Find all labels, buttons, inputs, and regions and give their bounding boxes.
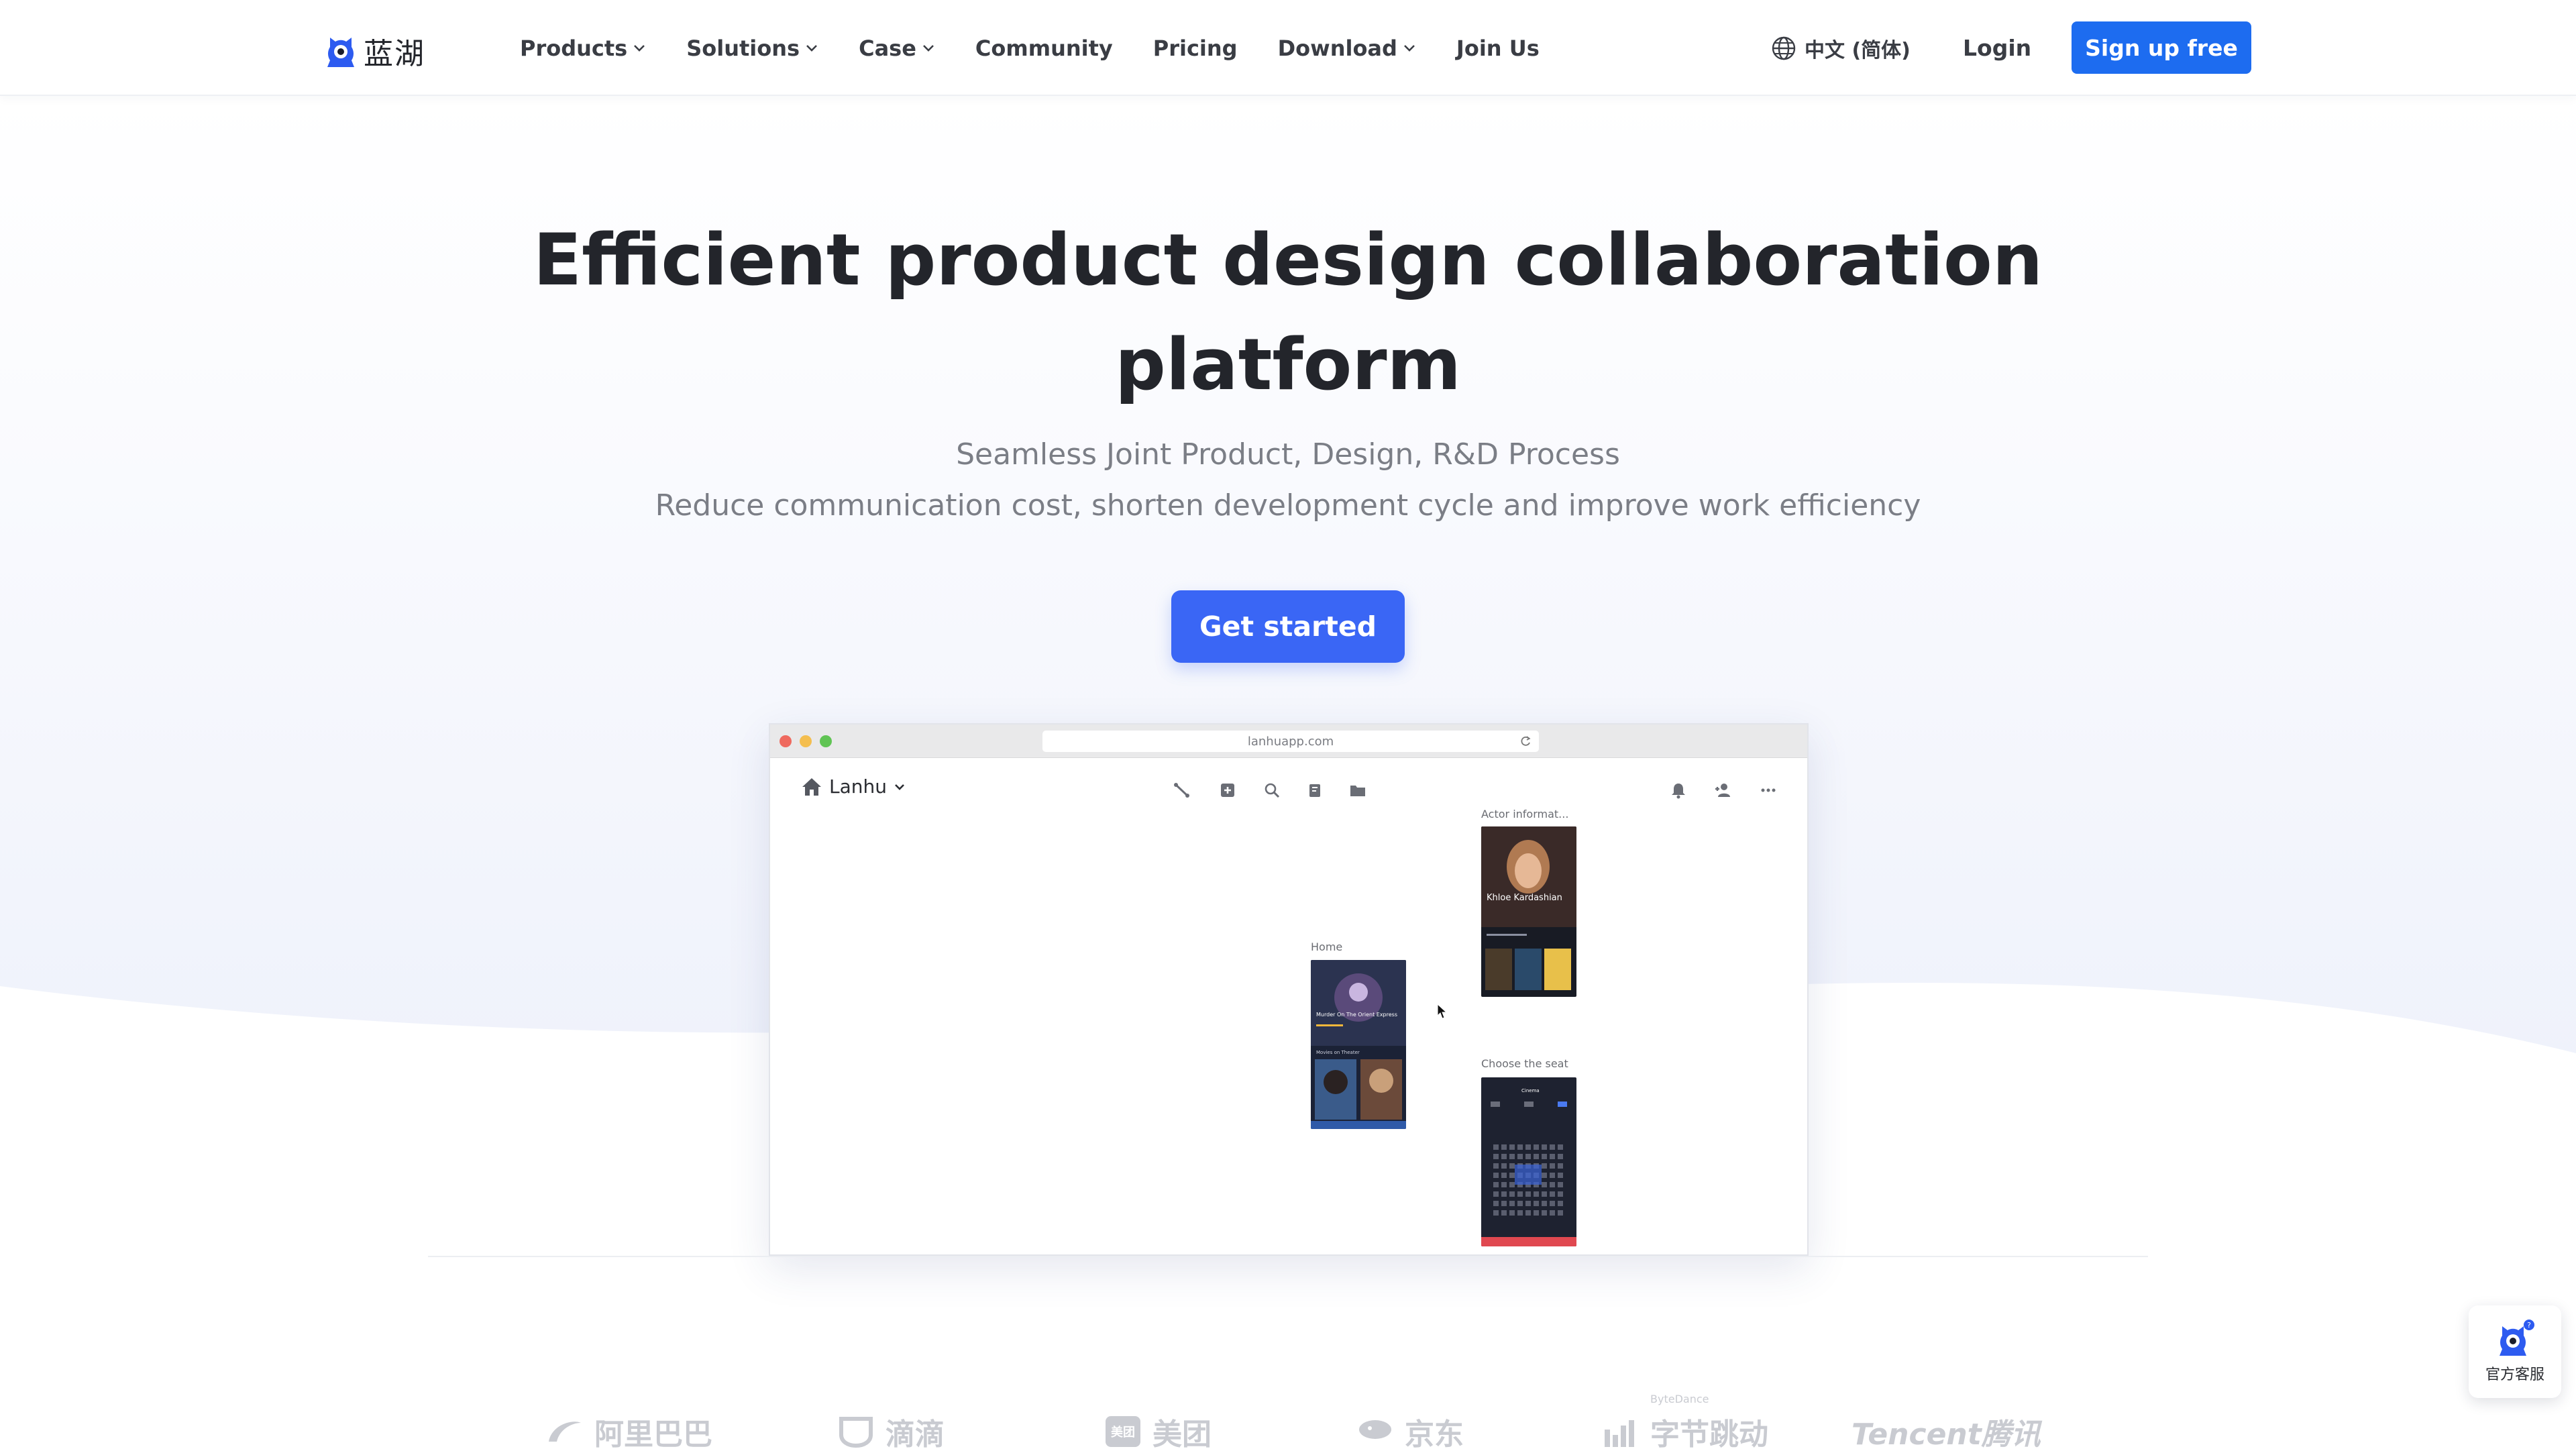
brand-name: 滴滴 xyxy=(885,1417,945,1449)
menu-case[interactable]: Case xyxy=(859,36,935,61)
menu-products[interactable]: Products xyxy=(520,36,646,61)
add-member-icon xyxy=(1715,784,1730,797)
search-icon xyxy=(1265,783,1280,798)
logo-text: 蓝湖 xyxy=(364,37,425,71)
maximize-dot-icon xyxy=(820,735,832,747)
jd-logo-icon xyxy=(1359,1420,1391,1439)
hero-title: Efficient product design collaboration p… xyxy=(0,208,2576,417)
support-label: 官方客服 xyxy=(2485,1366,2544,1383)
brand-bytedance: ByteDance 字节跳动 xyxy=(1601,1393,1768,1449)
notification-bell-icon xyxy=(1672,784,1685,799)
svg-text:?: ? xyxy=(2527,1321,2531,1330)
home-icon xyxy=(802,777,821,796)
meituan-logo-icon: 美团 xyxy=(1106,1416,1140,1447)
alibaba-logo-icon xyxy=(549,1421,581,1442)
brand-didi: 滴滴 xyxy=(836,1411,945,1449)
home-movie-title: Murder On The Orient Express xyxy=(1316,1012,1397,1018)
menu-solutions[interactable]: Solutions xyxy=(686,36,818,61)
chevron-down-icon xyxy=(922,44,934,52)
globe-icon xyxy=(1772,36,1796,60)
bytedance-small-text: ByteDance xyxy=(1650,1393,1709,1405)
add-board-icon xyxy=(1221,784,1234,797)
brand-name: Tencent腾讯 xyxy=(1851,1417,2041,1449)
brand-jd: 京东 xyxy=(1355,1411,1464,1449)
hero-subtitle-2: Reduce communication cost, shorten devel… xyxy=(655,488,1921,523)
lanhu-logo-icon xyxy=(327,38,354,67)
menu-label: Community xyxy=(975,35,1113,61)
menu-download[interactable]: Download xyxy=(1278,36,1416,61)
menu-join-us[interactable]: Join Us xyxy=(1456,36,1540,61)
address-bar: lanhuapp.com xyxy=(1042,731,1539,752)
more-options-icon xyxy=(1761,788,1776,792)
menu-label: Join Us xyxy=(1456,35,1540,61)
menu-pricing[interactable]: Pricing xyxy=(1153,36,1238,61)
logo[interactable]: 蓝湖 xyxy=(325,30,425,72)
home-screen-thumbnail: Murder On The Orient Express Movies on T… xyxy=(1311,960,1406,1129)
address-url: lanhuapp.com xyxy=(1247,734,1334,749)
home-section-title: Movies on Theater xyxy=(1316,1050,1360,1055)
board-label-actor: Actor informat... xyxy=(1481,808,1569,820)
brand-name: 阿里巴巴 xyxy=(594,1417,712,1449)
menu-label: Pricing xyxy=(1152,35,1238,61)
brand-tencent: Tencent腾讯 xyxy=(1851,1411,2041,1449)
mouse-cursor-icon xyxy=(1437,1004,1448,1019)
hero-title-line-1: Efficient product design collaboration xyxy=(533,219,2043,301)
board-label-home: Home xyxy=(1311,941,1343,953)
project-name: Lanhu xyxy=(829,775,887,798)
close-dot-icon xyxy=(780,735,792,747)
menu-community[interactable]: Community xyxy=(975,36,1113,61)
product-preview-window: lanhuapp.com Lanhu Home Murder On The Or… xyxy=(769,723,1809,1256)
main-menu: Products Solutions Case Community Pricin… xyxy=(520,0,1580,96)
bytedance-logo-icon xyxy=(1605,1420,1634,1447)
support-mascot-icon: ? xyxy=(2500,1320,2534,1356)
menu-label: Download xyxy=(1277,35,1397,61)
language-label: 中文 (简体) xyxy=(1805,38,1911,62)
document-icon xyxy=(1309,784,1320,797)
chevron-down-icon xyxy=(1404,44,1415,52)
didi-logo-icon xyxy=(839,1417,873,1448)
hero-title-line-2: platform xyxy=(1114,323,1462,406)
link-tool-icon xyxy=(1174,783,1189,798)
minimize-dot-icon xyxy=(800,735,812,747)
chevron-down-icon xyxy=(895,784,904,790)
brand-meituan: 美团 美团 xyxy=(1103,1411,1212,1449)
page-root: 蓝湖 Products Solutions Case Community Pri… xyxy=(0,0,2576,1449)
brand-name: ByteDance 字节跳动 xyxy=(1650,1393,1768,1449)
actor-name: Khloe Kardashian xyxy=(1487,893,1562,903)
customer-service-widget[interactable]: ? 官方客服 xyxy=(2469,1305,2561,1398)
menu-label: Case xyxy=(859,35,916,61)
brand-name: 美团 xyxy=(1152,1417,1212,1449)
signup-button[interactable]: Sign up free xyxy=(2072,21,2251,74)
seat-screen-title: Cinema xyxy=(1521,1088,1540,1093)
language-switcher[interactable]: 中文 (简体) xyxy=(1771,0,1911,96)
brand-alibaba: 阿里巴巴 xyxy=(545,1411,712,1449)
browser-title-bar: lanhuapp.com xyxy=(770,724,1807,758)
brand-name: 京东 xyxy=(1405,1417,1464,1449)
app-toolbar: Lanhu xyxy=(770,758,1807,820)
chevron-down-icon xyxy=(634,44,645,52)
login-link[interactable]: Login xyxy=(1963,0,2031,96)
board-label-seat: Choose the seat xyxy=(1481,1057,1568,1070)
svg-text:美团: 美团 xyxy=(1111,1425,1135,1440)
section-divider xyxy=(428,1256,2148,1257)
actor-screen-thumbnail: Khloe Kardashian xyxy=(1481,826,1576,997)
project-switcher: Lanhu xyxy=(801,775,906,798)
chevron-down-icon xyxy=(806,44,817,52)
top-navigation: 蓝湖 Products Solutions Case Community Pri… xyxy=(0,0,2576,96)
hero-subtitle-1: Seamless Joint Product, Design, R&D Proc… xyxy=(956,437,1620,472)
folder-icon xyxy=(1350,786,1365,796)
menu-label: Solutions xyxy=(686,35,800,61)
menu-label: Products xyxy=(520,35,628,61)
seat-screen-thumbnail: Cinema xyxy=(1481,1077,1576,1246)
reload-icon xyxy=(1521,736,1531,746)
get-started-button[interactable]: Get started xyxy=(1171,590,1405,663)
